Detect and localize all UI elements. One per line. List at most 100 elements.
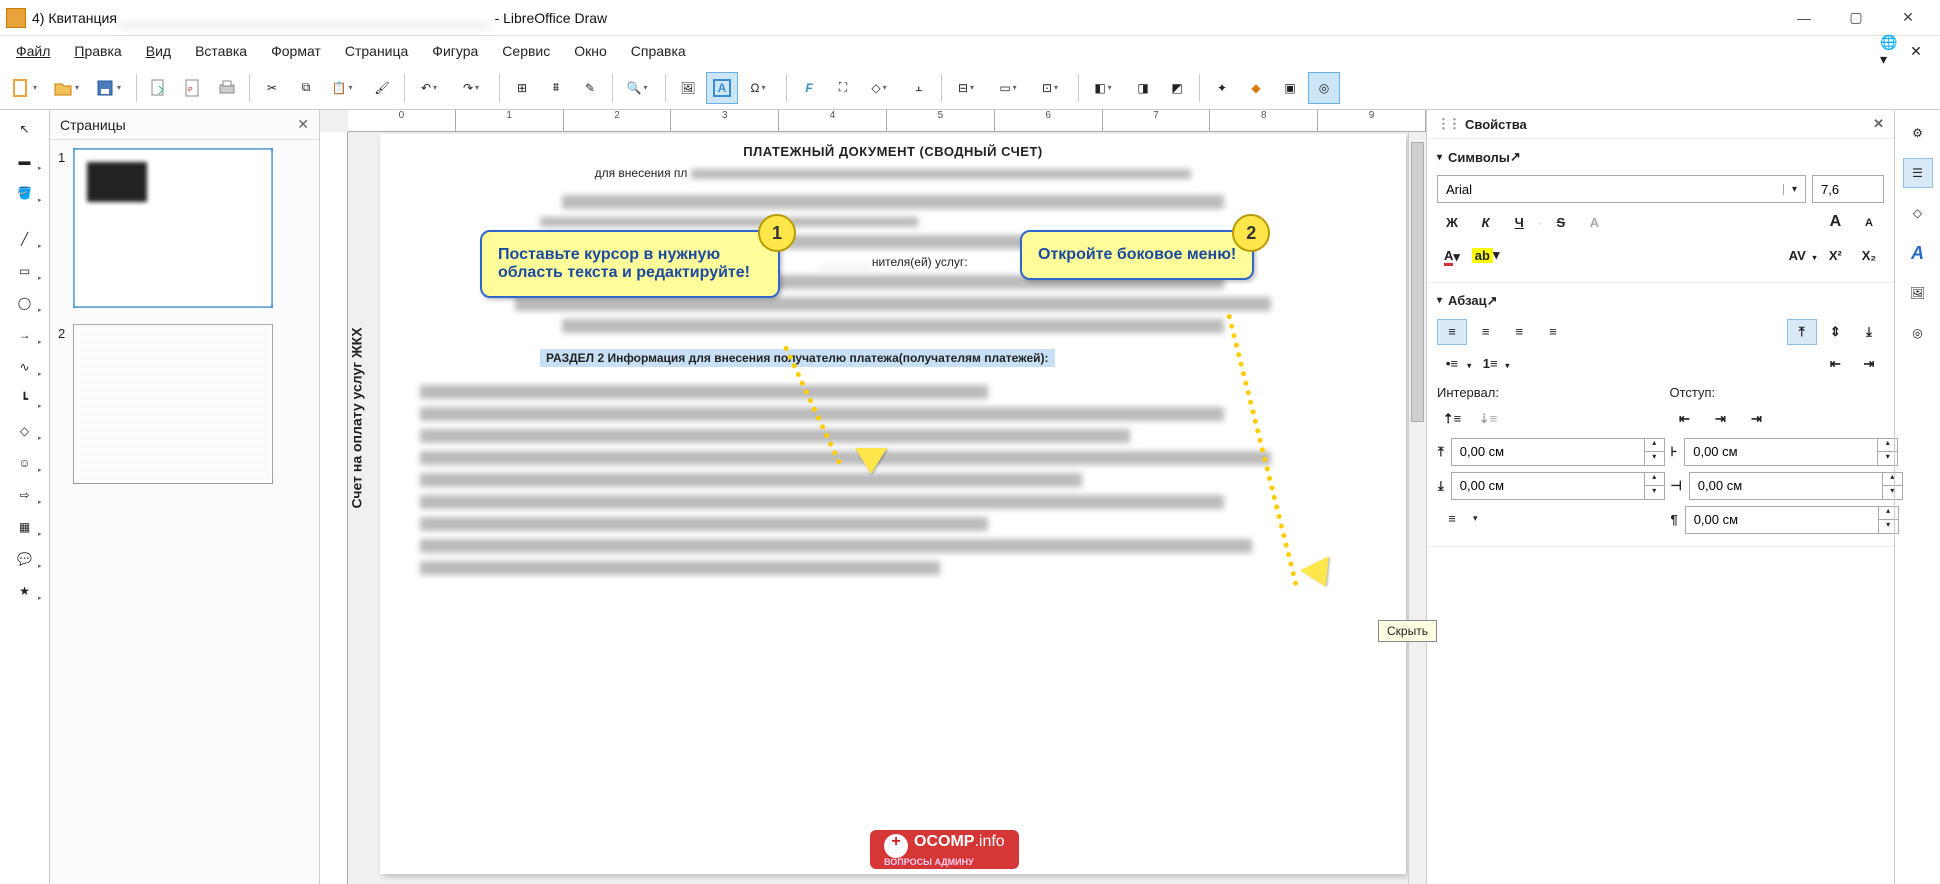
extrusion-button[interactable]: ◆ — [1240, 72, 1272, 104]
menu-format[interactable]: Формат — [261, 39, 331, 63]
line-tool[interactable]: ╱▸ — [8, 226, 42, 252]
subscript-button[interactable]: X₂ — [1854, 243, 1884, 269]
superscript-button[interactable]: X² — [1820, 243, 1850, 269]
sec-chars-title[interactable]: Символы — [1448, 150, 1510, 165]
sidebar-gallery-icon[interactable]: 🖼 — [1903, 278, 1933, 308]
toggle-draw-button[interactable]: ◎ — [1308, 72, 1340, 104]
3d-button[interactable]: ◧▾ — [1085, 72, 1125, 104]
globe-icon[interactable]: 🌐▾ — [1880, 41, 1900, 61]
gluepoint-button[interactable]: ✦ — [1206, 72, 1238, 104]
italic-button[interactable]: К — [1471, 210, 1501, 236]
undo-button[interactable]: ↶▾ — [411, 72, 451, 104]
line-color-tool[interactable]: ▬▸ — [8, 148, 42, 174]
pages-panel-close[interactable]: ✕ — [297, 116, 309, 133]
fill-color-tool[interactable]: 🪣▸ — [8, 180, 42, 206]
vertical-scrollbar[interactable] — [1408, 132, 1426, 884]
flip-button[interactable]: ▣ — [1274, 72, 1306, 104]
symbol-shapes-tool[interactable]: ☺▸ — [8, 450, 42, 476]
flowchart-tool[interactable]: ▦▸ — [8, 514, 42, 540]
export-button[interactable] — [143, 72, 175, 104]
maximize-button[interactable]: ▢ — [1830, 3, 1882, 33]
sidebar-styles-icon[interactable]: A — [1903, 238, 1933, 268]
number-list-button[interactable]: 1≡ — [1475, 351, 1505, 377]
font-grow-button[interactable]: A — [1820, 209, 1850, 235]
ellipse-tool[interactable]: ◯▸ — [8, 290, 42, 316]
space-above-input[interactable]: ▴▾ — [1451, 438, 1665, 466]
rect-tool[interactable]: ▭▸ — [8, 258, 42, 284]
points-button[interactable]: ◇▾ — [861, 72, 901, 104]
star-tool[interactable]: ★▸ — [8, 578, 42, 604]
crop-button[interactable]: ⛶ — [827, 72, 859, 104]
line-spacing-button[interactable]: ≡ — [1437, 506, 1467, 532]
page-thumb-1[interactable] — [73, 148, 273, 308]
clone-format-button[interactable]: 🖌 — [366, 72, 398, 104]
indent-right-icon[interactable]: ⇥ — [1705, 406, 1735, 432]
indent-before-input[interactable]: ▴▾ — [1684, 438, 1898, 466]
page-thumb-2[interactable] — [73, 324, 273, 484]
zoom-button[interactable]: 🔍▾ — [619, 72, 659, 104]
align-button[interactable]: ⊟▾ — [948, 72, 988, 104]
font-color-button[interactable]: А▾ — [1437, 244, 1467, 270]
menu-view[interactable]: Вид — [136, 39, 181, 63]
valign-middle-button[interactable]: ⇕ — [1820, 319, 1850, 345]
valign-top-button[interactable]: ⤒ — [1787, 319, 1817, 345]
copy-button[interactable]: ⧉ — [290, 72, 322, 104]
font-name-input[interactable]: ▾ — [1437, 175, 1806, 203]
menu-file[interactable]: Файл — [6, 39, 60, 63]
curve-tool[interactable]: ∿▸ — [8, 354, 42, 380]
menu-tools[interactable]: Сервис — [492, 39, 560, 63]
align-right-button[interactable]: ≡ — [1504, 319, 1534, 345]
cut-button[interactable]: ✂ — [256, 72, 288, 104]
block-arrows-tool[interactable]: ⇨▸ — [8, 482, 42, 508]
menu-page[interactable]: Страница — [335, 39, 418, 63]
new-button[interactable]: ▾ — [6, 72, 46, 104]
textbox-button[interactable]: A — [706, 72, 738, 104]
select-tool[interactable]: ↖ — [8, 116, 42, 142]
valign-bottom-button[interactable]: ⤓ — [1854, 319, 1884, 345]
align-justify-button[interactable]: ≡ — [1538, 319, 1568, 345]
sec-para-title[interactable]: Абзац — [1448, 293, 1487, 308]
indent-first-icon[interactable]: ⇥ — [1741, 406, 1771, 432]
space-below-input[interactable]: ▴▾ — [1451, 472, 1665, 500]
spacing-inc-icon[interactable]: ⇡≡ — [1437, 406, 1467, 432]
basic-shapes-tool[interactable]: ◇▸ — [8, 418, 42, 444]
font-size-input[interactable]: ▾ — [1812, 175, 1884, 203]
filter-button[interactable]: ◩ — [1161, 72, 1193, 104]
snap-button[interactable]: ⩩ — [540, 72, 572, 104]
menu-window[interactable]: Окно — [564, 39, 617, 63]
highlight-color-button[interactable]: ab▾ — [1471, 242, 1501, 268]
open-button[interactable]: ▾ — [48, 72, 88, 104]
font-shrink-button[interactable]: A — [1854, 210, 1884, 236]
menu-edit[interactable]: Правка — [64, 39, 131, 63]
strike-button[interactable]: S — [1546, 210, 1576, 236]
close-button[interactable]: ✕ — [1882, 3, 1934, 33]
minimize-button[interactable]: — — [1778, 3, 1830, 33]
indent-decrease-button[interactable]: ⇤ — [1820, 351, 1850, 377]
close-doc-icon[interactable]: ✕ — [1906, 41, 1926, 61]
menu-shape[interactable]: Фигура — [422, 39, 488, 63]
redo-button[interactable]: ↷▾ — [453, 72, 493, 104]
sidebar-properties-icon[interactable]: ☰ — [1903, 158, 1933, 188]
menu-insert[interactable]: Вставка — [185, 39, 257, 63]
menu-help[interactable]: Справка — [621, 39, 696, 63]
shadow-button[interactable]: A — [1579, 210, 1609, 236]
underline-button[interactable]: Ч — [1504, 210, 1534, 236]
char-spacing-button[interactable]: AV — [1782, 243, 1812, 269]
align-center-button[interactable]: ≡ — [1471, 319, 1501, 345]
export-pdf-button[interactable]: P — [177, 72, 209, 104]
grid-button[interactable]: ⊞ — [506, 72, 538, 104]
shadow-button[interactable]: ◨ — [1127, 72, 1159, 104]
paste-button[interactable]: 📋▾ — [324, 72, 364, 104]
bullet-list-button[interactable]: •≡ — [1437, 351, 1467, 377]
special-char-button[interactable]: Ω▾ — [740, 72, 780, 104]
fontwork-button[interactable]: F — [793, 72, 825, 104]
canvas[interactable]: 0123456789 Счет на оплату услуг ЖКХ ПЛАТ… — [320, 110, 1426, 884]
doc-section-2[interactable]: РАЗДЕЛ 2 Информация для внесения получат… — [540, 349, 1055, 367]
guides-button[interactable]: ✎ — [574, 72, 606, 104]
indent-firstline-input[interactable]: ▴▾ — [1685, 506, 1899, 534]
connector-tool[interactable]: ┗▸ — [8, 386, 42, 412]
arrange-button[interactable]: ▭▾ — [990, 72, 1030, 104]
spacing-dec-icon[interactable]: ⇣≡ — [1473, 406, 1503, 432]
properties-close[interactable]: ✕ — [1873, 116, 1884, 132]
sidebar-shapes-icon[interactable]: ◇ — [1903, 198, 1933, 228]
